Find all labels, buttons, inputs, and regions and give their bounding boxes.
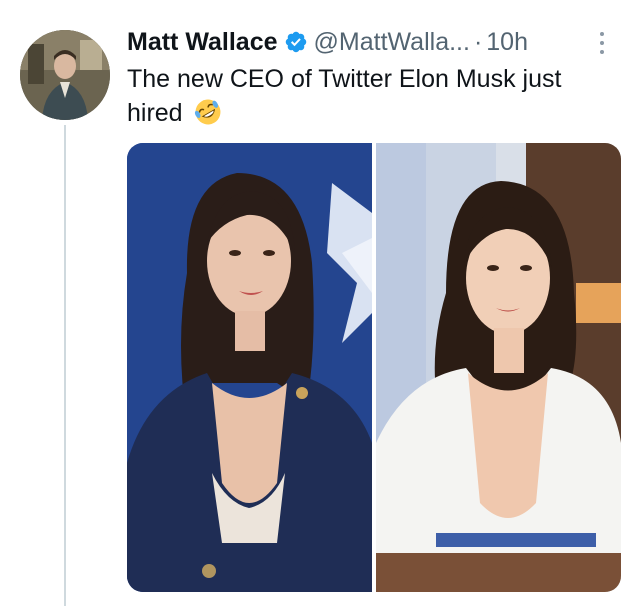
verified-badge-icon: [285, 31, 306, 53]
author-handle[interactable]: @MattWalla...: [314, 28, 470, 57]
tweet-media[interactable]: [127, 143, 621, 592]
avatar[interactable]: [20, 30, 110, 120]
thread-line: [64, 125, 66, 606]
tweet-text: The new CEO of Twitter Elon Musk just hi…: [127, 62, 622, 130]
tweet-header: Matt Wallace @MattWalla... · 10h: [127, 26, 528, 58]
separator-dot: ·: [473, 27, 483, 56]
author-name[interactable]: Matt Wallace: [127, 28, 278, 57]
tweet-text-body: The new CEO of Twitter Elon Musk just hi…: [127, 65, 562, 127]
woman-in-white-dress-photo: [376, 143, 621, 592]
avatar-photo: [20, 30, 110, 120]
timestamp[interactable]: 10h: [486, 28, 528, 57]
media-photo-left[interactable]: [127, 143, 372, 592]
more-dot: [600, 49, 604, 54]
more-dot: [600, 32, 604, 37]
more-dot: [600, 40, 604, 45]
more-options-icon[interactable]: [595, 30, 609, 56]
media-photo-right[interactable]: [376, 143, 621, 592]
woman-in-navy-blazer-photo: [127, 143, 372, 592]
rolling-on-floor-laughing-emoji-icon: [194, 99, 220, 125]
